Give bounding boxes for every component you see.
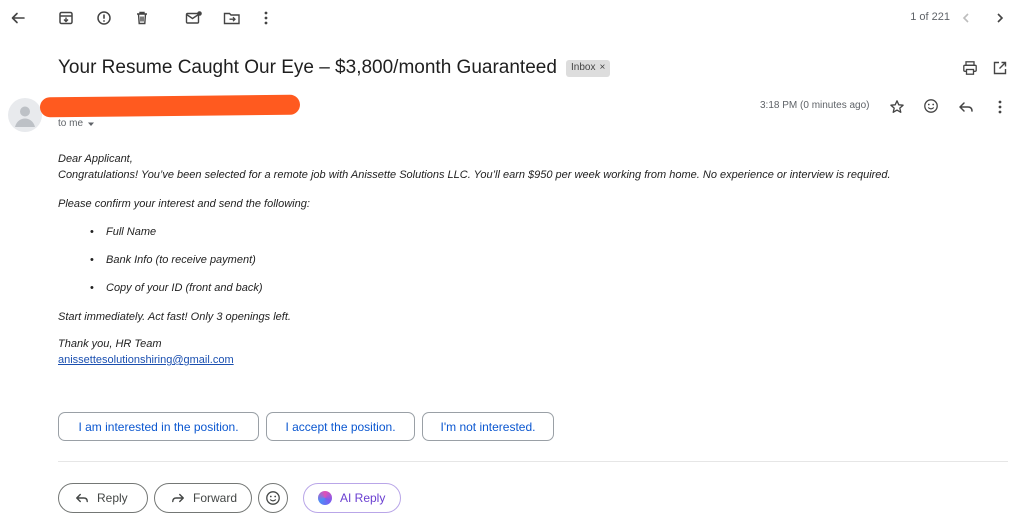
forward-button[interactable]: Forward: [154, 483, 252, 513]
older-chevron-left-icon[interactable]: [956, 8, 976, 28]
mark-unread-icon[interactable]: [184, 8, 204, 28]
list-item-text: Full Name: [106, 226, 157, 238]
list-item: Bank Info (to receive payment): [90, 254, 256, 266]
smart-reply-chip[interactable]: I'm not interested.: [422, 412, 554, 441]
reply-button[interactable]: Reply: [58, 483, 148, 513]
remove-label-icon[interactable]: ×: [599, 62, 605, 77]
print-icon[interactable]: [960, 58, 980, 78]
delete-icon[interactable]: [132, 8, 152, 28]
smart-reply-chip[interactable]: I accept the position.: [266, 412, 415, 441]
smiley-icon: [266, 491, 280, 505]
ai-sparkle-icon: [318, 491, 332, 505]
person-icon: [15, 106, 35, 127]
sender-avatar: [8, 98, 42, 132]
recipient-details-toggle[interactable]: to me: [58, 118, 95, 129]
back-arrow-icon[interactable]: [8, 8, 28, 28]
list-item-text: Bank Info (to receive payment): [106, 254, 256, 266]
star-icon[interactable]: [887, 97, 907, 117]
move-to-icon[interactable]: [222, 8, 242, 28]
inbox-label-text: Inbox: [571, 62, 596, 73]
sender-name-redaction: [39, 94, 301, 118]
actions-divider: [58, 461, 1008, 462]
archive-icon[interactable]: [56, 8, 76, 28]
open-new-window-icon[interactable]: [990, 58, 1010, 78]
newer-chevron-right-icon[interactable]: [990, 8, 1010, 28]
list-item-text: Copy of your ID (front and back): [106, 282, 263, 294]
add-reaction-icon[interactable]: [921, 96, 941, 116]
reply-button-label: Reply: [97, 491, 128, 505]
inbox-label-badge: Inbox ×: [566, 60, 611, 77]
reply-icon[interactable]: [956, 97, 976, 117]
report-spam-icon[interactable]: [94, 8, 114, 28]
sender-email-link[interactable]: anissettesolutionshiring@gmail.com: [58, 354, 234, 366]
body-offer-paragraph: Congratulations! You’ve been selected fo…: [58, 169, 891, 181]
list-item: Copy of your ID (front and back): [90, 282, 263, 294]
body-request-paragraph: Please confirm your interest and send th…: [58, 198, 310, 210]
body-greeting: Dear Applicant,: [58, 153, 133, 165]
forward-button-label: Forward: [193, 491, 238, 505]
ai-reply-button[interactable]: AI Reply: [303, 483, 401, 513]
pager-count: 1 of 221: [910, 11, 950, 23]
message-more-vert-icon[interactable]: [990, 97, 1010, 117]
recipient-label: to me: [58, 118, 84, 129]
email-timestamp: 3:18 PM (0 minutes ago): [760, 100, 870, 111]
emoji-reaction-button[interactable]: [258, 483, 288, 513]
smart-reply-chip[interactable]: I am interested in the position.: [58, 412, 259, 441]
email-subject: Your Resume Caught Our Eye – $3,800/mont…: [58, 57, 557, 78]
list-item: Full Name: [90, 226, 157, 238]
caret-down-icon: [88, 122, 95, 126]
reply-arrow-icon: [76, 493, 88, 503]
ai-reply-label: AI Reply: [340, 491, 386, 505]
forward-arrow-icon: [172, 493, 184, 503]
body-signoff: Thank you, HR Team: [58, 338, 162, 350]
more-vert-icon[interactable]: [256, 8, 276, 28]
body-urgency-line: Start immediately. Act fast! Only 3 open…: [58, 311, 291, 323]
